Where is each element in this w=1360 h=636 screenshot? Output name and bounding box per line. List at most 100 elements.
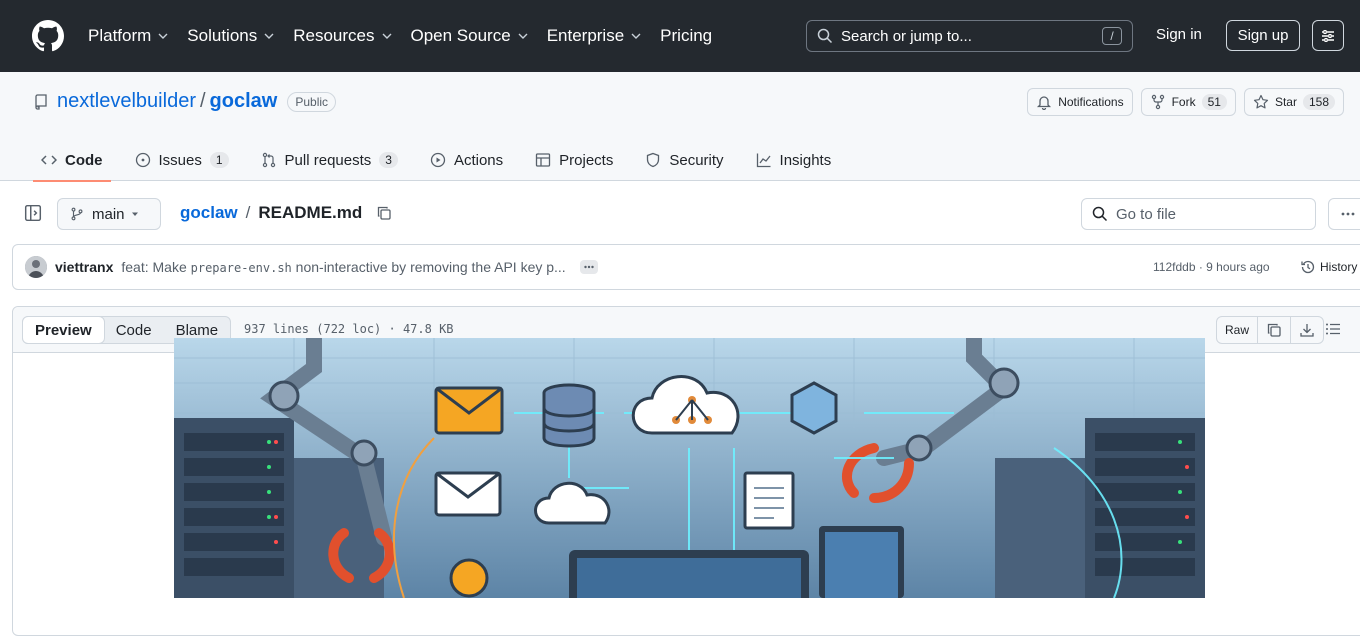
commit-message-prefix: feat: Make xyxy=(121,259,191,275)
repo-tabs: Code Issues 1 Pull requests 3 Actions Pr… xyxy=(33,140,855,182)
sign-in-link[interactable]: Sign in xyxy=(1156,26,1202,43)
branch-name: main xyxy=(92,205,125,223)
tab-pull-requests[interactable]: Pull requests 3 xyxy=(253,140,406,180)
tab-label: Pull requests xyxy=(284,151,372,169)
search-icon xyxy=(817,28,833,44)
history-link[interactable]: History xyxy=(1300,259,1357,275)
tab-security[interactable]: Security xyxy=(637,140,731,180)
repo-actions: Notifications Fork 51 Star 158 xyxy=(1027,88,1344,116)
nav-label: Pricing xyxy=(660,26,713,45)
expand-commit-button[interactable] xyxy=(579,260,598,274)
tab-count: 3 xyxy=(379,152,398,168)
global-search-input[interactable]: Search or jump to... / xyxy=(806,20,1133,52)
nav-resources[interactable]: Resources xyxy=(293,26,392,46)
commit-message[interactable]: feat: Make prepare-env.sh non-interactiv… xyxy=(121,259,565,275)
breadcrumb-file: README.md xyxy=(258,203,363,222)
notifications-button[interactable]: Notifications xyxy=(1027,88,1133,116)
chevron-down-icon xyxy=(264,33,274,39)
nav-pricing[interactable]: Pricing xyxy=(660,26,712,46)
star-label: Star xyxy=(1274,95,1297,109)
avatar[interactable] xyxy=(25,256,47,278)
global-header: Platform Solutions Resources Open Source… xyxy=(0,0,1360,72)
tab-issues[interactable]: Issues 1 xyxy=(127,140,237,180)
nav-enterprise[interactable]: Enterprise xyxy=(547,26,642,46)
commit-author[interactable]: viettranx xyxy=(55,259,113,275)
repo-name-link[interactable]: goclaw xyxy=(210,90,278,113)
tab-code-view[interactable]: Code xyxy=(104,317,164,343)
file-viewer: Preview Code Blame 937 lines (722 loc) ·… xyxy=(12,306,1360,636)
site-menu-button[interactable] xyxy=(1312,20,1344,51)
sign-up-button[interactable]: Sign up xyxy=(1226,20,1300,51)
branch-selector[interactable]: main xyxy=(57,198,161,230)
repo-title: nextlevelbuilder / goclaw Public xyxy=(33,90,337,113)
breadcrumb-separator: / xyxy=(245,203,251,222)
branch-icon xyxy=(71,207,83,221)
fork-icon xyxy=(1151,94,1164,110)
nav-label: Enterprise xyxy=(546,26,625,45)
fork-label: Fork xyxy=(1171,95,1196,109)
tab-label: Security xyxy=(669,151,724,169)
repo-owner-link[interactable]: nextlevelbuilder xyxy=(57,90,196,113)
fork-count: 51 xyxy=(1201,94,1227,110)
readme-banner-image xyxy=(174,338,1205,598)
nav-label: Solutions xyxy=(187,26,258,45)
avatar-image xyxy=(25,256,47,278)
tab-code[interactable]: Code xyxy=(33,140,111,182)
more-options-button[interactable] xyxy=(1328,198,1360,230)
raw-button[interactable]: Raw xyxy=(1217,317,1259,343)
file-info: 937 lines (722 loc) · 47.8 KB xyxy=(244,322,454,336)
notifications-label: Notifications xyxy=(1058,95,1124,109)
pull-request-icon xyxy=(262,152,275,168)
copy-icon[interactable] xyxy=(376,205,392,221)
tab-label: Insights xyxy=(779,151,832,169)
breadcrumb-repo-link[interactable]: goclaw xyxy=(180,203,238,223)
graph-icon xyxy=(756,153,771,168)
repo-icon xyxy=(35,93,47,110)
tab-preview[interactable]: Preview xyxy=(22,316,105,344)
play-icon xyxy=(430,152,446,168)
download-icon xyxy=(1300,324,1314,337)
breadcrumb: goclaw / README.md xyxy=(180,203,392,223)
list-outline-icon[interactable] xyxy=(1325,321,1341,337)
nav-label: Platform xyxy=(88,26,152,45)
tab-label: Code xyxy=(65,151,103,169)
history-icon xyxy=(1301,260,1315,274)
search-shortcut-key: / xyxy=(1102,27,1122,45)
tab-label: Issues xyxy=(158,151,202,169)
visibility-badge: Public xyxy=(287,91,337,112)
nav-platform[interactable]: Platform xyxy=(88,26,169,46)
global-nav: Platform Solutions Resources Open Source… xyxy=(88,26,730,46)
nav-label: Open Source xyxy=(410,26,511,45)
star-button[interactable]: Star 158 xyxy=(1243,88,1344,116)
ellipsis-icon xyxy=(584,265,594,269)
commit-time: 9 hours ago xyxy=(1206,260,1270,274)
tab-label: Projects xyxy=(559,151,614,169)
fork-button[interactable]: Fork 51 xyxy=(1140,88,1236,116)
go-to-file-input[interactable]: Go to file xyxy=(1081,198,1316,230)
chevron-down-icon xyxy=(631,33,641,39)
go-to-file-placeholder: Go to file xyxy=(1116,205,1177,223)
tab-insights[interactable]: Insights xyxy=(748,140,840,180)
file-actions: Raw xyxy=(1216,316,1325,344)
github-logo-icon[interactable] xyxy=(32,20,64,52)
commit-sha[interactable]: 112fddb xyxy=(1153,260,1196,274)
commit-meta: 112fddb · 9 hours ago xyxy=(1153,260,1270,274)
chevron-down-icon xyxy=(518,33,528,39)
commit-message-code: prepare-env.sh xyxy=(190,261,292,275)
issue-icon xyxy=(135,152,150,168)
star-count: 158 xyxy=(1302,94,1335,110)
download-button[interactable] xyxy=(1291,317,1323,343)
nav-label: Resources xyxy=(293,26,375,45)
tab-projects[interactable]: Projects xyxy=(527,140,621,180)
search-placeholder: Search or jump to... xyxy=(841,27,972,45)
nav-open-source[interactable]: Open Source xyxy=(411,26,529,46)
sidebar-expand-icon[interactable] xyxy=(24,204,42,222)
copy-icon xyxy=(1267,323,1281,337)
copy-raw-button[interactable] xyxy=(1258,317,1292,343)
star-icon xyxy=(1253,94,1269,109)
nav-solutions[interactable]: Solutions xyxy=(187,26,275,46)
tab-actions[interactable]: Actions xyxy=(422,140,511,180)
search-icon xyxy=(1092,206,1108,222)
history-label: History xyxy=(1320,260,1358,274)
sliders-icon xyxy=(1322,29,1334,42)
